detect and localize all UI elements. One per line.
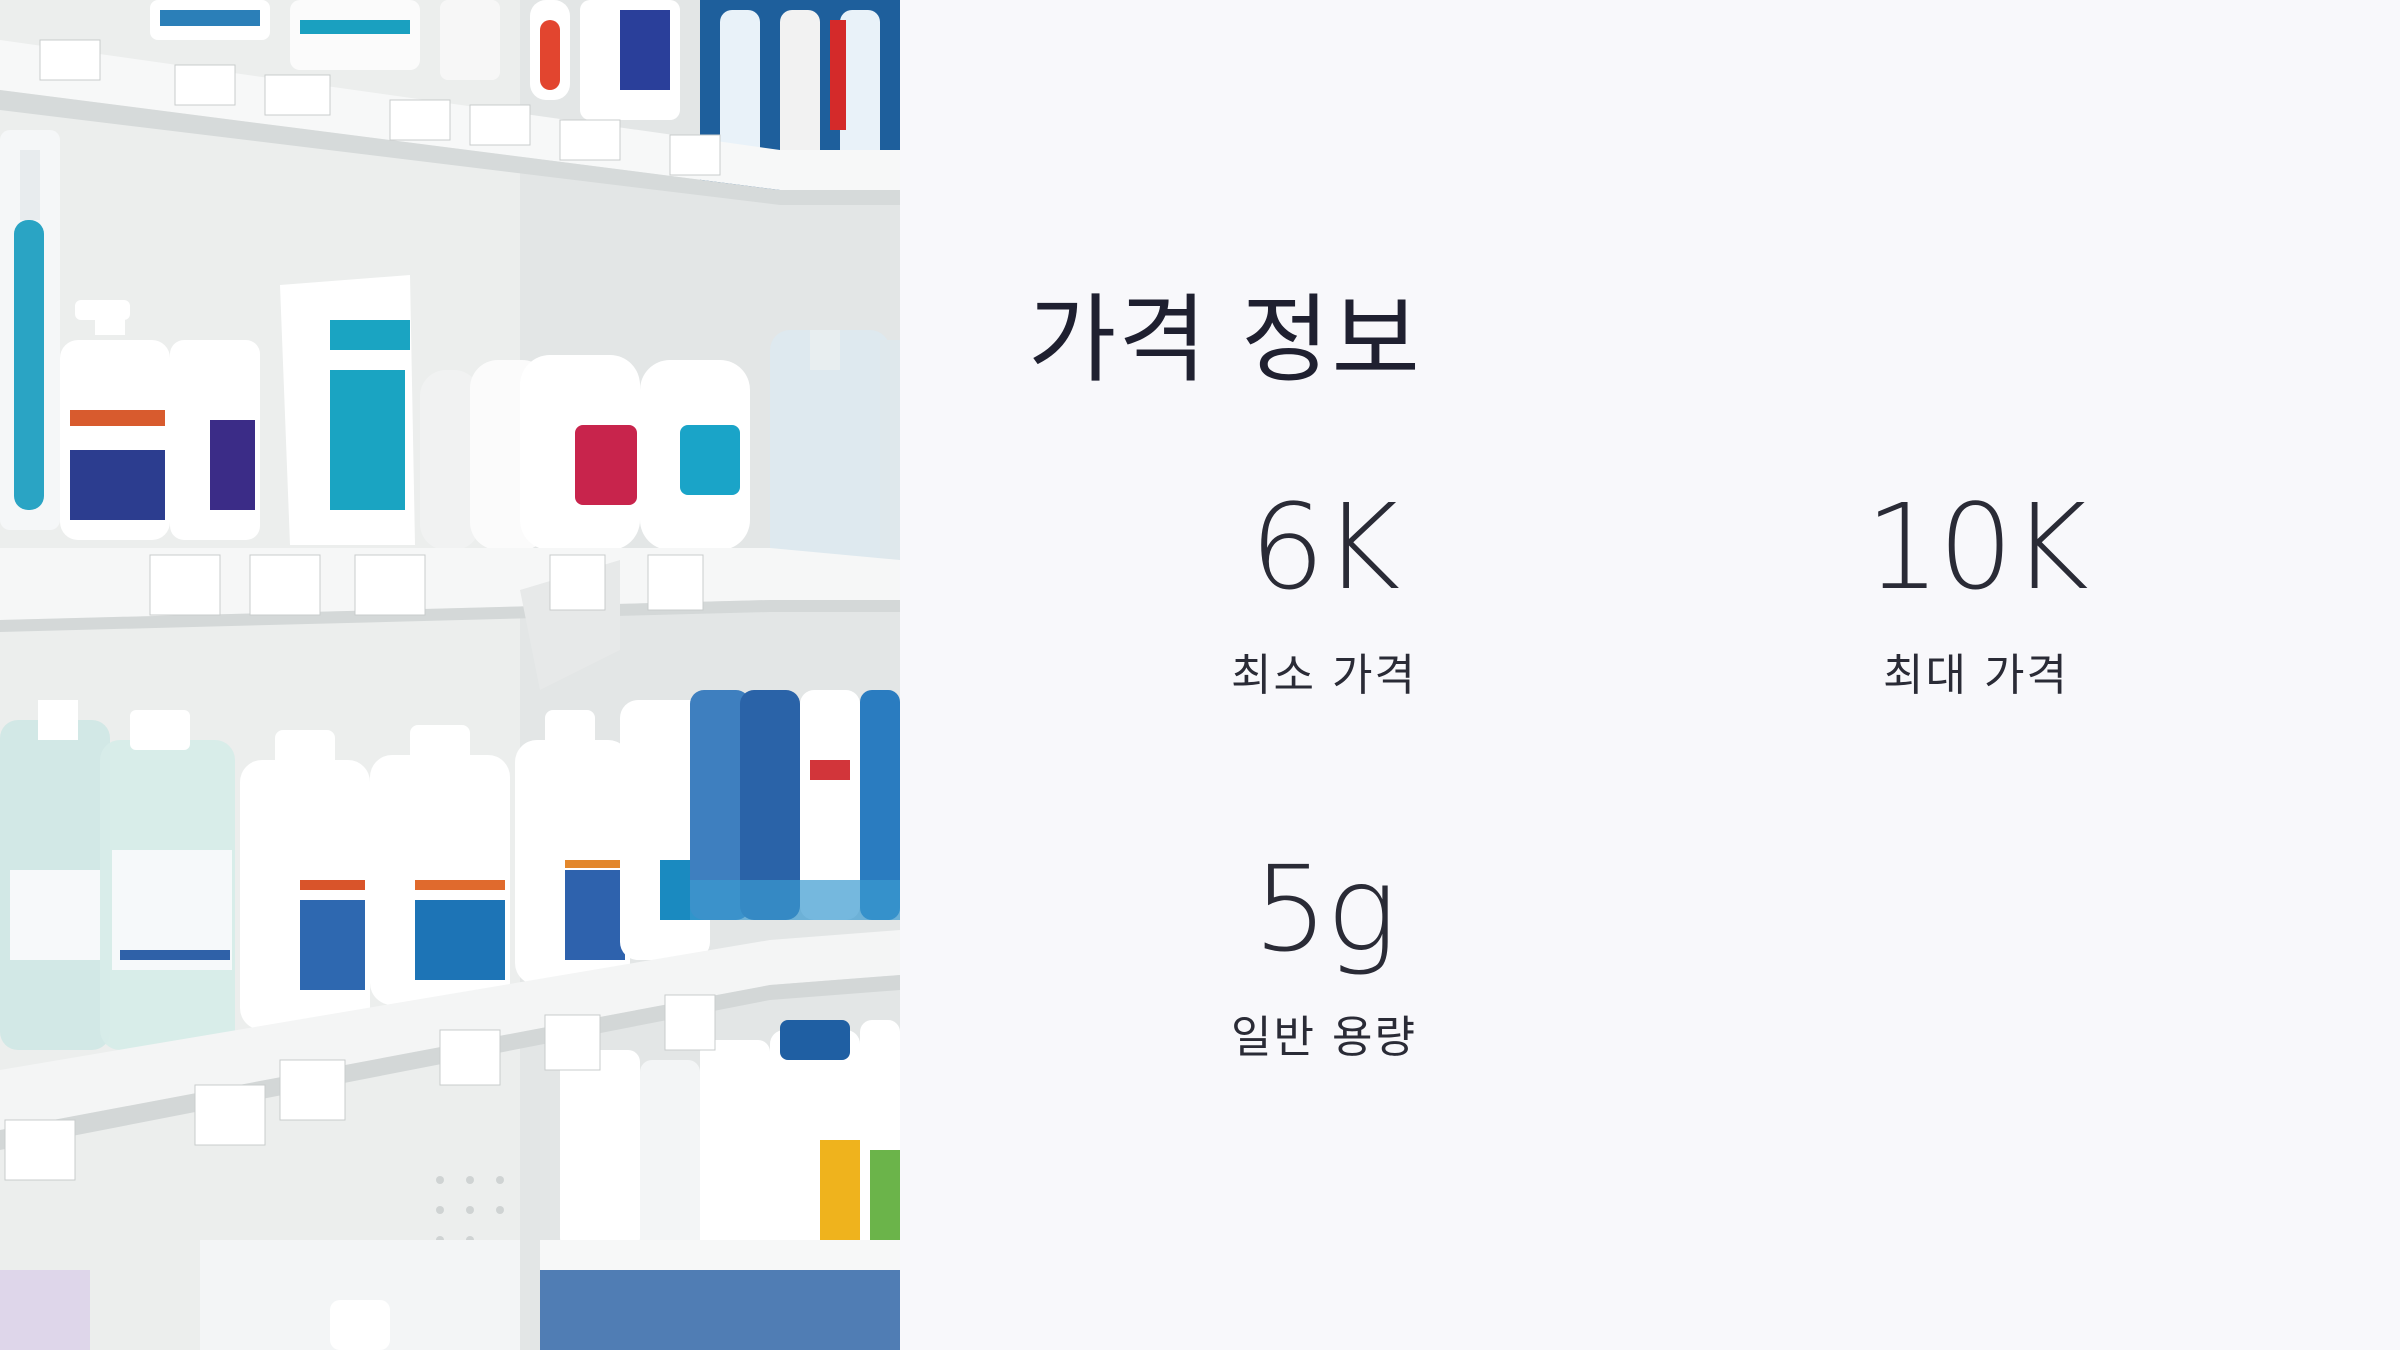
typical-volume-value: 5g (1253, 840, 1397, 978)
slide: 가격 정보 6K 최소 가격 10K 최대 가격 5g 일반 용량 (0, 0, 2400, 1350)
min-price-label: 최소 가격 (1231, 650, 1417, 701)
max-price-value: 10K (1865, 478, 2089, 616)
page-title: 가격 정보 (1028, 284, 1422, 396)
typical-volume-stat: 5g 일반 용량 (1114, 850, 1534, 1060)
min-price-stat: 6K 최소 가격 (1114, 488, 1534, 698)
typical-volume-label: 일반 용량 (1231, 1012, 1417, 1063)
max-price-label: 최대 가격 (1883, 650, 2069, 701)
min-price-value: 6K (1249, 478, 1400, 616)
max-price-stat: 10K 최대 가격 (1766, 488, 2186, 698)
shelf-photo (0, 0, 900, 1350)
